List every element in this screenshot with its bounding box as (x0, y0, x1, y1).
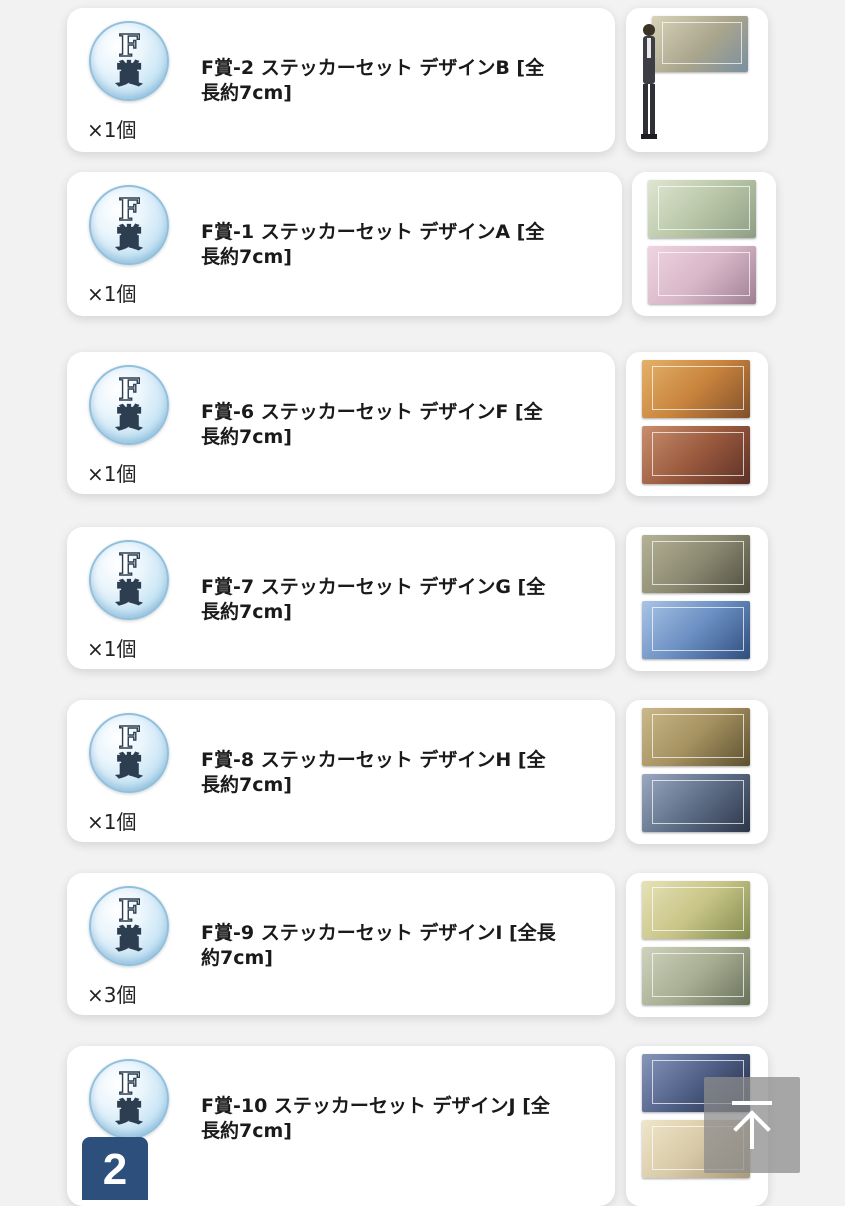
prize-card[interactable]: F 賞 F賞-8 ステッカーセット デザインH [全長約7cm] ×1個 (67, 700, 615, 842)
prize-card[interactable]: F 賞 F賞-1 ステッカーセット デザインA [全長約7cm] ×1個 (67, 172, 622, 316)
sticker-image (652, 16, 748, 72)
badge-letter: F (118, 193, 141, 228)
f-prize-badge-icon: F 賞 (89, 886, 169, 966)
prize-thumbnail[interactable] (626, 700, 768, 844)
prize-title: F賞-7 ステッカーセット デザインG [全長約7cm] (201, 576, 546, 623)
prize-quantity: ×1個 (87, 118, 137, 142)
prize-card[interactable]: F 賞 F賞-10 ステッカーセット デザインJ [全長約7cm] (67, 1046, 615, 1206)
character-figure-image (641, 24, 657, 139)
prize-title: F賞-9 ステッカーセット デザインI [全長約7cm] (201, 922, 556, 969)
prize-card[interactable]: F 賞 F賞-9 ステッカーセット デザインI [全長約7cm] ×3個 (67, 873, 615, 1015)
prize-item[interactable]: F 賞 F賞-7 ステッカーセット デザインG [全長約7cm] ×1個 (0, 527, 845, 673)
prize-item[interactable]: F 賞 F賞-1 ステッカーセット デザインA [全長約7cm] ×1個 (0, 172, 845, 318)
f-prize-badge-icon: F 賞 (89, 365, 169, 445)
f-prize-badge-icon: F 賞 (89, 540, 169, 620)
prize-title: F賞-2 ステッカーセット デザインB [全長約7cm] (201, 57, 545, 104)
prize-thumbnail[interactable] (626, 352, 768, 496)
f-prize-badge-icon: F 賞 (89, 713, 169, 793)
prize-thumbnail[interactable] (626, 873, 768, 1017)
sticker-image (642, 947, 750, 1005)
prize-title: F賞-8 ステッカーセット デザインH [全長約7cm] (201, 749, 546, 796)
sticker-image (642, 535, 750, 593)
page-number-badge: 2 (82, 1137, 148, 1200)
prize-card[interactable]: F 賞 F賞-7 ステッカーセット デザインG [全長約7cm] ×1個 (67, 527, 615, 669)
badge-letter: F (118, 548, 141, 583)
badge-kanji: 賞 (115, 224, 142, 254)
badge-letter: F (118, 721, 141, 756)
prize-quantity: ×1個 (87, 810, 137, 834)
badge-kanji: 賞 (115, 752, 142, 782)
prize-thumbnail[interactable] (626, 527, 768, 671)
badge-kanji: 賞 (115, 60, 142, 90)
prize-item[interactable]: F 賞 F賞-6 ステッカーセット デザインF [全長約7cm] ×1個 (0, 352, 845, 498)
badge-letter: F (118, 373, 141, 408)
arrow-up-to-top-icon (732, 1101, 772, 1149)
badge-kanji: 賞 (115, 925, 142, 955)
badge-kanji: 賞 (115, 579, 142, 609)
badge-letter: F (118, 1067, 141, 1102)
prize-item[interactable]: F 賞 F賞-9 ステッカーセット デザインI [全長約7cm] ×3個 (0, 873, 845, 1019)
prize-quantity: ×3個 (87, 983, 137, 1007)
prize-title: F賞-10 ステッカーセット デザインJ [全長約7cm] (201, 1095, 550, 1142)
prize-item[interactable]: F 賞 F賞-2 ステッカーセット デザインB [全長約7cm] ×1個 (0, 8, 845, 154)
prize-quantity: ×1個 (87, 637, 137, 661)
prize-title: F賞-6 ステッカーセット デザインF [全長約7cm] (201, 401, 543, 448)
scroll-to-top-button[interactable] (704, 1077, 800, 1173)
sticker-image (642, 360, 750, 418)
f-prize-badge-icon: F 賞 (89, 185, 169, 265)
f-prize-badge-icon: F 賞 (89, 21, 169, 101)
sticker-image (642, 601, 750, 659)
prize-title: F賞-1 ステッカーセット デザインA [全長約7cm] (201, 221, 545, 268)
sticker-image (642, 708, 750, 766)
badge-kanji: 賞 (115, 1098, 142, 1128)
sticker-image (642, 881, 750, 939)
prize-thumbnail[interactable] (626, 8, 768, 152)
sticker-image (642, 774, 750, 832)
prize-quantity: ×1個 (87, 462, 137, 486)
sticker-image (648, 180, 756, 238)
f-prize-badge-icon: F 賞 (89, 1059, 169, 1139)
badge-letter: F (118, 29, 141, 64)
badge-kanji: 賞 (115, 404, 142, 434)
prize-quantity: ×1個 (87, 282, 137, 306)
prize-item[interactable]: F 賞 F賞-8 ステッカーセット デザインH [全長約7cm] ×1個 (0, 700, 845, 846)
prize-thumbnail[interactable] (632, 172, 776, 316)
sticker-image (648, 246, 756, 304)
prize-card[interactable]: F 賞 F賞-6 ステッカーセット デザインF [全長約7cm] ×1個 (67, 352, 615, 494)
sticker-image (642, 426, 750, 484)
badge-letter: F (118, 894, 141, 929)
prize-card[interactable]: F 賞 F賞-2 ステッカーセット デザインB [全長約7cm] ×1個 (67, 8, 615, 152)
